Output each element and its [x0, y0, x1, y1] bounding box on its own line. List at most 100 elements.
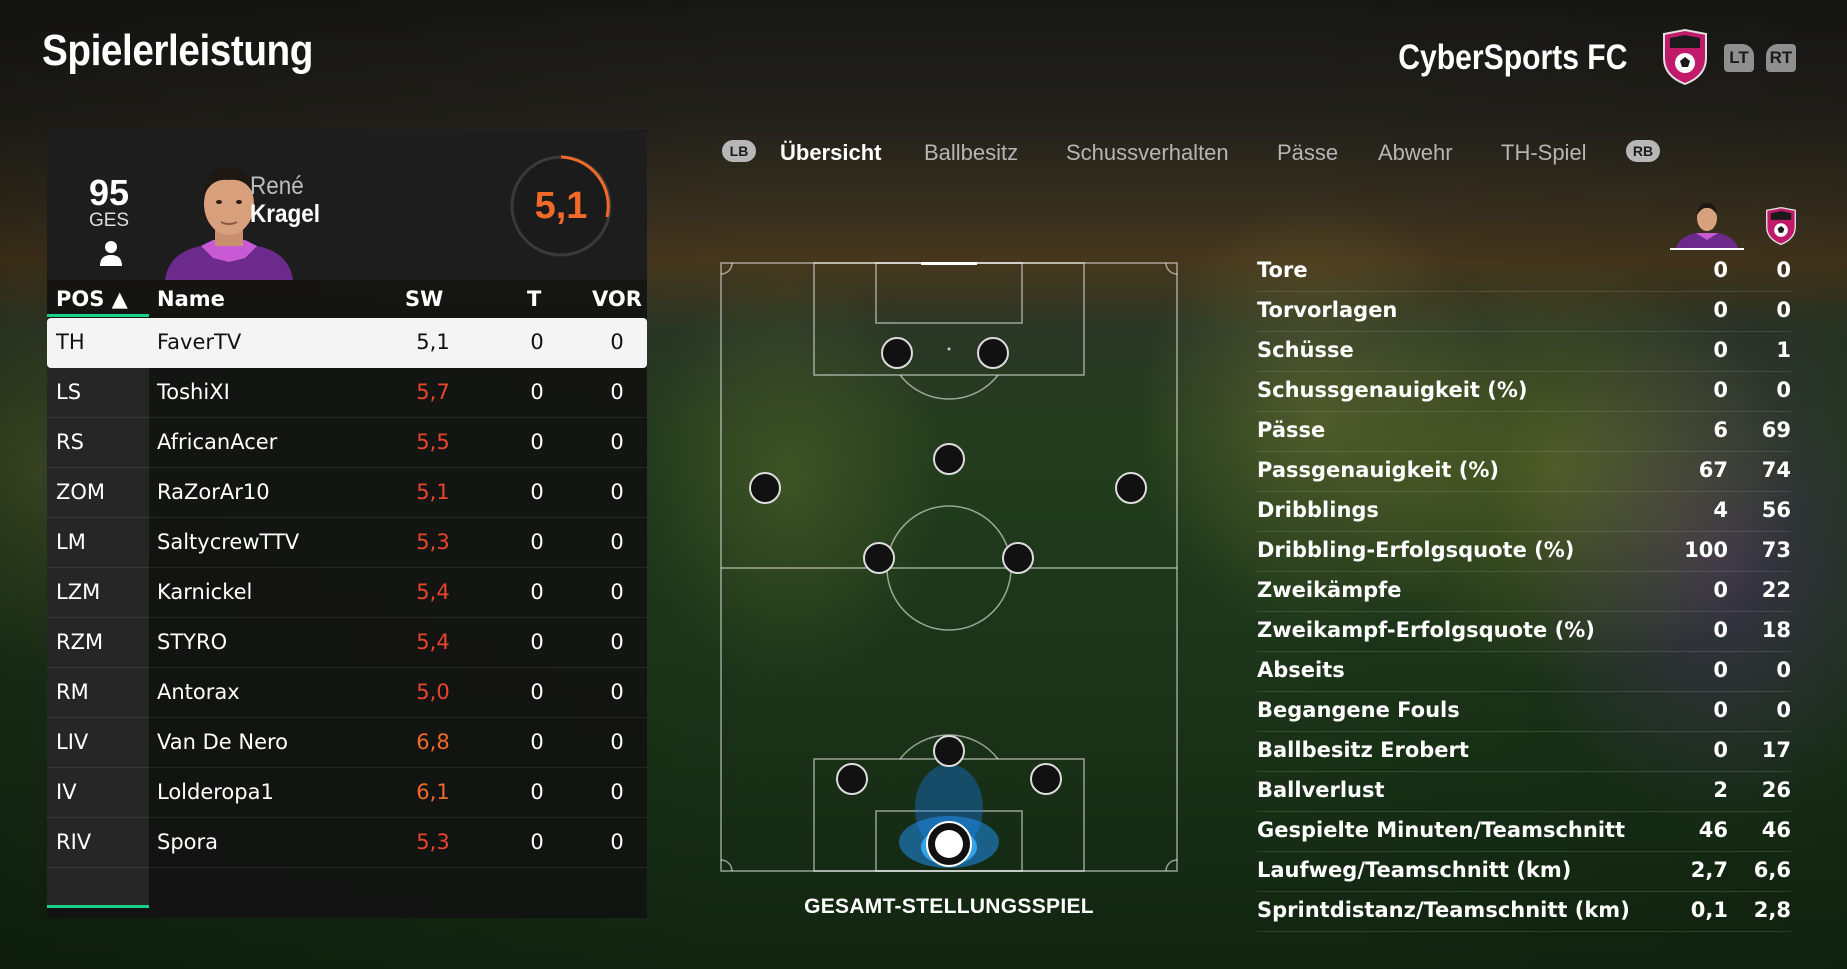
- row-name: STYRO: [157, 630, 228, 654]
- stat-player-value: 0: [1713, 338, 1728, 362]
- player-overall-rating: 95: [88, 172, 130, 213]
- stat-label: Schussgenauigkeit (%): [1257, 378, 1528, 402]
- row-sw: 5,1: [416, 480, 450, 504]
- row-t: 0: [530, 330, 544, 354]
- row-vor: 0: [610, 680, 624, 704]
- table-row[interactable]: LS ToshiXI 5,7 0 0: [47, 368, 647, 418]
- row-vor: 0: [610, 530, 624, 554]
- stat-label: Tore: [1257, 258, 1308, 282]
- column-vor[interactable]: VOR: [592, 287, 642, 311]
- stat-team-value: 73: [1761, 538, 1791, 562]
- stat-player-value: 0: [1713, 378, 1728, 402]
- stat-player-value: 0: [1713, 738, 1728, 762]
- pitch-caption: GESAMT-STELLUNGSSPIEL: [804, 895, 1094, 918]
- row-pos: LZM: [56, 580, 101, 604]
- player-markers: [749, 337, 1147, 795]
- tab-th-spiel[interactable]: TH-Spiel: [1501, 140, 1587, 166]
- stat-label: Ballbesitz Erobert: [1257, 738, 1469, 762]
- tab-ballbesitz[interactable]: Ballbesitz: [924, 140, 1018, 166]
- row-pos: RIV: [56, 830, 92, 854]
- tab-paesse[interactable]: Pässe: [1277, 140, 1338, 166]
- row-name: ToshiXI: [157, 380, 230, 404]
- page-title: Spielerleistung: [42, 26, 313, 75]
- stat-row: Torvorlagen 0 0: [1257, 292, 1791, 332]
- overall-label: GES: [88, 210, 130, 231]
- selected-player-dot: [935, 830, 963, 858]
- player-first-name: René: [250, 172, 304, 200]
- player-column-icon: [1670, 203, 1744, 250]
- tab-abwehr[interactable]: Abwehr: [1378, 140, 1453, 166]
- table-row[interactable]: RM Antorax 5,0 0 0: [47, 668, 647, 718]
- player-last-name: Kragel: [250, 200, 321, 228]
- stat-team-value: 2,8: [1753, 898, 1791, 922]
- stat-row: Sprintdistanz/Teamschnitt (km) 0,1 2,8: [1257, 892, 1791, 932]
- row-vor: 0: [610, 430, 624, 454]
- column-sw[interactable]: SW: [405, 287, 443, 311]
- table-row[interactable]: RS AfricanAcer 5,5 0 0: [47, 418, 647, 468]
- stat-label: Zweikampf-Erfolgsquote (%): [1257, 618, 1595, 642]
- scroll-indicator: [47, 905, 149, 908]
- row-t: 0: [530, 830, 544, 854]
- row-vor: 0: [610, 830, 624, 854]
- row-vor: 0: [610, 380, 624, 404]
- table-row[interactable]: RIV Spora 5,3 0 0: [47, 818, 647, 868]
- row-t: 0: [530, 680, 544, 704]
- table-row[interactable]: LM SaltycrewTTV 5,3 0 0: [47, 518, 647, 568]
- stat-team-value: 18: [1761, 618, 1791, 642]
- stat-team-value: 74: [1761, 458, 1791, 482]
- stats-table: Tore 0 0 Torvorlagen 0 0 Schüsse 0 1 Schussgen…: [1257, 252, 1791, 932]
- row-sw: 5,1: [416, 330, 450, 354]
- row-t: 0: [530, 580, 544, 604]
- row-pos: LIV: [56, 730, 89, 754]
- table-row[interactable]: IV Lolderopa1 6,1 0 0: [47, 768, 647, 818]
- row-sw: 5,3: [416, 830, 450, 854]
- match-rating-value: 5,1: [534, 185, 588, 227]
- column-pos[interactable]: POS ▲: [56, 287, 128, 311]
- stat-team-value: 0: [1776, 378, 1791, 402]
- row-name: Antorax: [157, 680, 240, 704]
- stat-team-value: 22: [1761, 578, 1791, 602]
- stat-row: Gespielte Minuten/Teamschnitt 46 46: [1257, 812, 1791, 852]
- table-row[interactable]: ZOM RaZorAr10 5,1 0 0: [47, 468, 647, 518]
- stat-team-value: 26: [1761, 778, 1791, 802]
- row-pos: RZM: [56, 630, 104, 654]
- tab-schussverhalten[interactable]: Schussverhalten: [1066, 140, 1229, 166]
- stat-row: Laufweg/Teamschnitt (km) 2,7 6,6: [1257, 852, 1791, 892]
- stat-row: Schussgenauigkeit (%) 0 0: [1257, 372, 1791, 412]
- row-t: 0: [530, 780, 544, 804]
- rt-button[interactable]: RT: [1766, 44, 1796, 72]
- stat-row: Dribbling-Erfolgsquote (%) 100 73: [1257, 532, 1791, 572]
- row-name: SaltycrewTTV: [157, 530, 300, 554]
- stat-player-value: 0: [1713, 578, 1728, 602]
- lb-button[interactable]: LB: [722, 140, 756, 162]
- player-card: 95 GES René Kragel 5,1: [47, 130, 647, 280]
- stat-player-value: 6: [1713, 418, 1728, 442]
- stat-player-value: 0: [1713, 298, 1728, 322]
- row-t: 0: [530, 730, 544, 754]
- column-t[interactable]: T: [527, 287, 541, 311]
- stat-label: Sprintdistanz/Teamschnitt (km): [1257, 898, 1630, 922]
- stat-row: Pässe 6 69: [1257, 412, 1791, 452]
- table-row[interactable]: LIV Van De Nero 6,8 0 0: [47, 718, 647, 768]
- column-name[interactable]: Name: [157, 287, 225, 311]
- person-icon: [100, 241, 122, 266]
- table-row[interactable]: LZM Karnickel 5,4 0 0: [47, 568, 647, 618]
- rb-button[interactable]: RB: [1626, 140, 1660, 162]
- sort-indicator: [47, 314, 149, 317]
- team-name: CyberSports FC: [1397, 38, 1627, 77]
- stat-team-value: 0: [1776, 698, 1791, 722]
- row-t: 0: [530, 480, 544, 504]
- stat-row: Abseits 0 0: [1257, 652, 1791, 692]
- team-column-crest-icon: [1766, 206, 1796, 246]
- table-row[interactable]: TH FaverTV 5,1 0 0: [47, 318, 647, 368]
- row-name: AfricanAcer: [157, 430, 278, 454]
- table-row[interactable]: RZM STYRO 5,4 0 0: [47, 618, 647, 668]
- stat-team-value: 46: [1761, 818, 1791, 842]
- row-t: 0: [530, 530, 544, 554]
- stat-team-value: 17: [1761, 738, 1791, 762]
- positioning-pitch: [720, 262, 1178, 872]
- row-t: 0: [530, 630, 544, 654]
- lt-button[interactable]: LT: [1724, 44, 1754, 72]
- row-sw: 6,8: [416, 730, 450, 754]
- tab-uebersicht[interactable]: Übersicht: [780, 140, 881, 166]
